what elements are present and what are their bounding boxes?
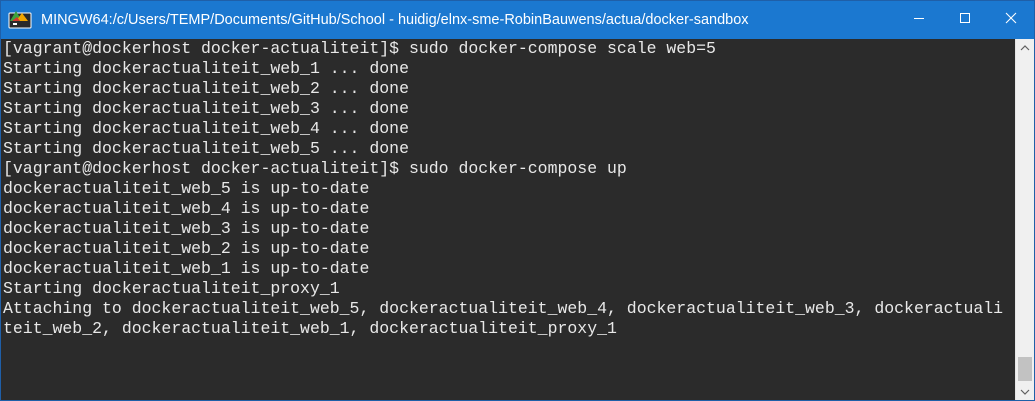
scrollbar-thumb[interactable] <box>1018 357 1032 381</box>
console-line: Starting dockeractualiteit_web_4 ... don… <box>3 119 409 138</box>
window-title: MINGW64:/c/Users/TEMP/Documents/GitHub/S… <box>41 12 749 28</box>
scroll-down-arrow-icon <box>1020 383 1030 400</box>
window-controls <box>896 1 1034 39</box>
title-bar[interactable]: MINGW64:/c/Users/TEMP/Documents/GitHub/S… <box>1 1 1034 39</box>
minimize-button[interactable] <box>896 1 942 39</box>
console-line: dockeractualiteit_web_4 is up-to-date <box>3 199 370 218</box>
console-line: Starting dockeractualiteit_web_1 ... don… <box>3 59 409 78</box>
scroll-up-arrow-icon <box>1020 39 1030 57</box>
console-line: [vagrant@dockerhost docker-actualiteit]$… <box>3 39 716 58</box>
scroll-up-button[interactable] <box>1016 39 1034 57</box>
console-line: Starting dockeractualiteit_web_5 ... don… <box>3 139 409 158</box>
console-line: dockeractualiteit_web_2 is up-to-date <box>3 239 370 258</box>
console-line: dockeractualiteit_web_3 is up-to-date <box>3 219 370 238</box>
scroll-down-button[interactable] <box>1016 383 1034 400</box>
minimize-icon <box>913 11 925 29</box>
console-line: Starting dockeractualiteit_web_2 ... don… <box>3 79 409 98</box>
maximize-button[interactable] <box>942 1 988 39</box>
mingw-terminal-icon[interactable] <box>7 7 33 33</box>
console-line: Attaching to dockeractualiteit_web_5, do… <box>3 299 1004 318</box>
vertical-scrollbar[interactable] <box>1015 39 1034 400</box>
close-icon <box>1005 11 1017 29</box>
console-line: Starting dockeractualiteit_proxy_1 <box>3 279 340 298</box>
console-line: dockeractualiteit_web_1 is up-to-date <box>3 259 370 278</box>
maximize-icon <box>959 11 971 29</box>
console-line: dockeractualiteit_web_5 is up-to-date <box>3 179 370 198</box>
console-line: Starting dockeractualiteit_web_3 ... don… <box>3 99 409 118</box>
console-line: [vagrant@dockerhost docker-actualiteit]$… <box>3 159 627 178</box>
terminal-window: MINGW64:/c/Users/TEMP/Documents/GitHub/S… <box>0 0 1035 401</box>
console-output[interactable]: [vagrant@dockerhost docker-actualiteit]$… <box>1 39 1015 400</box>
console-line: teit_web_2, dockeractualiteit_web_1, doc… <box>3 319 617 338</box>
close-button[interactable] <box>988 1 1034 39</box>
